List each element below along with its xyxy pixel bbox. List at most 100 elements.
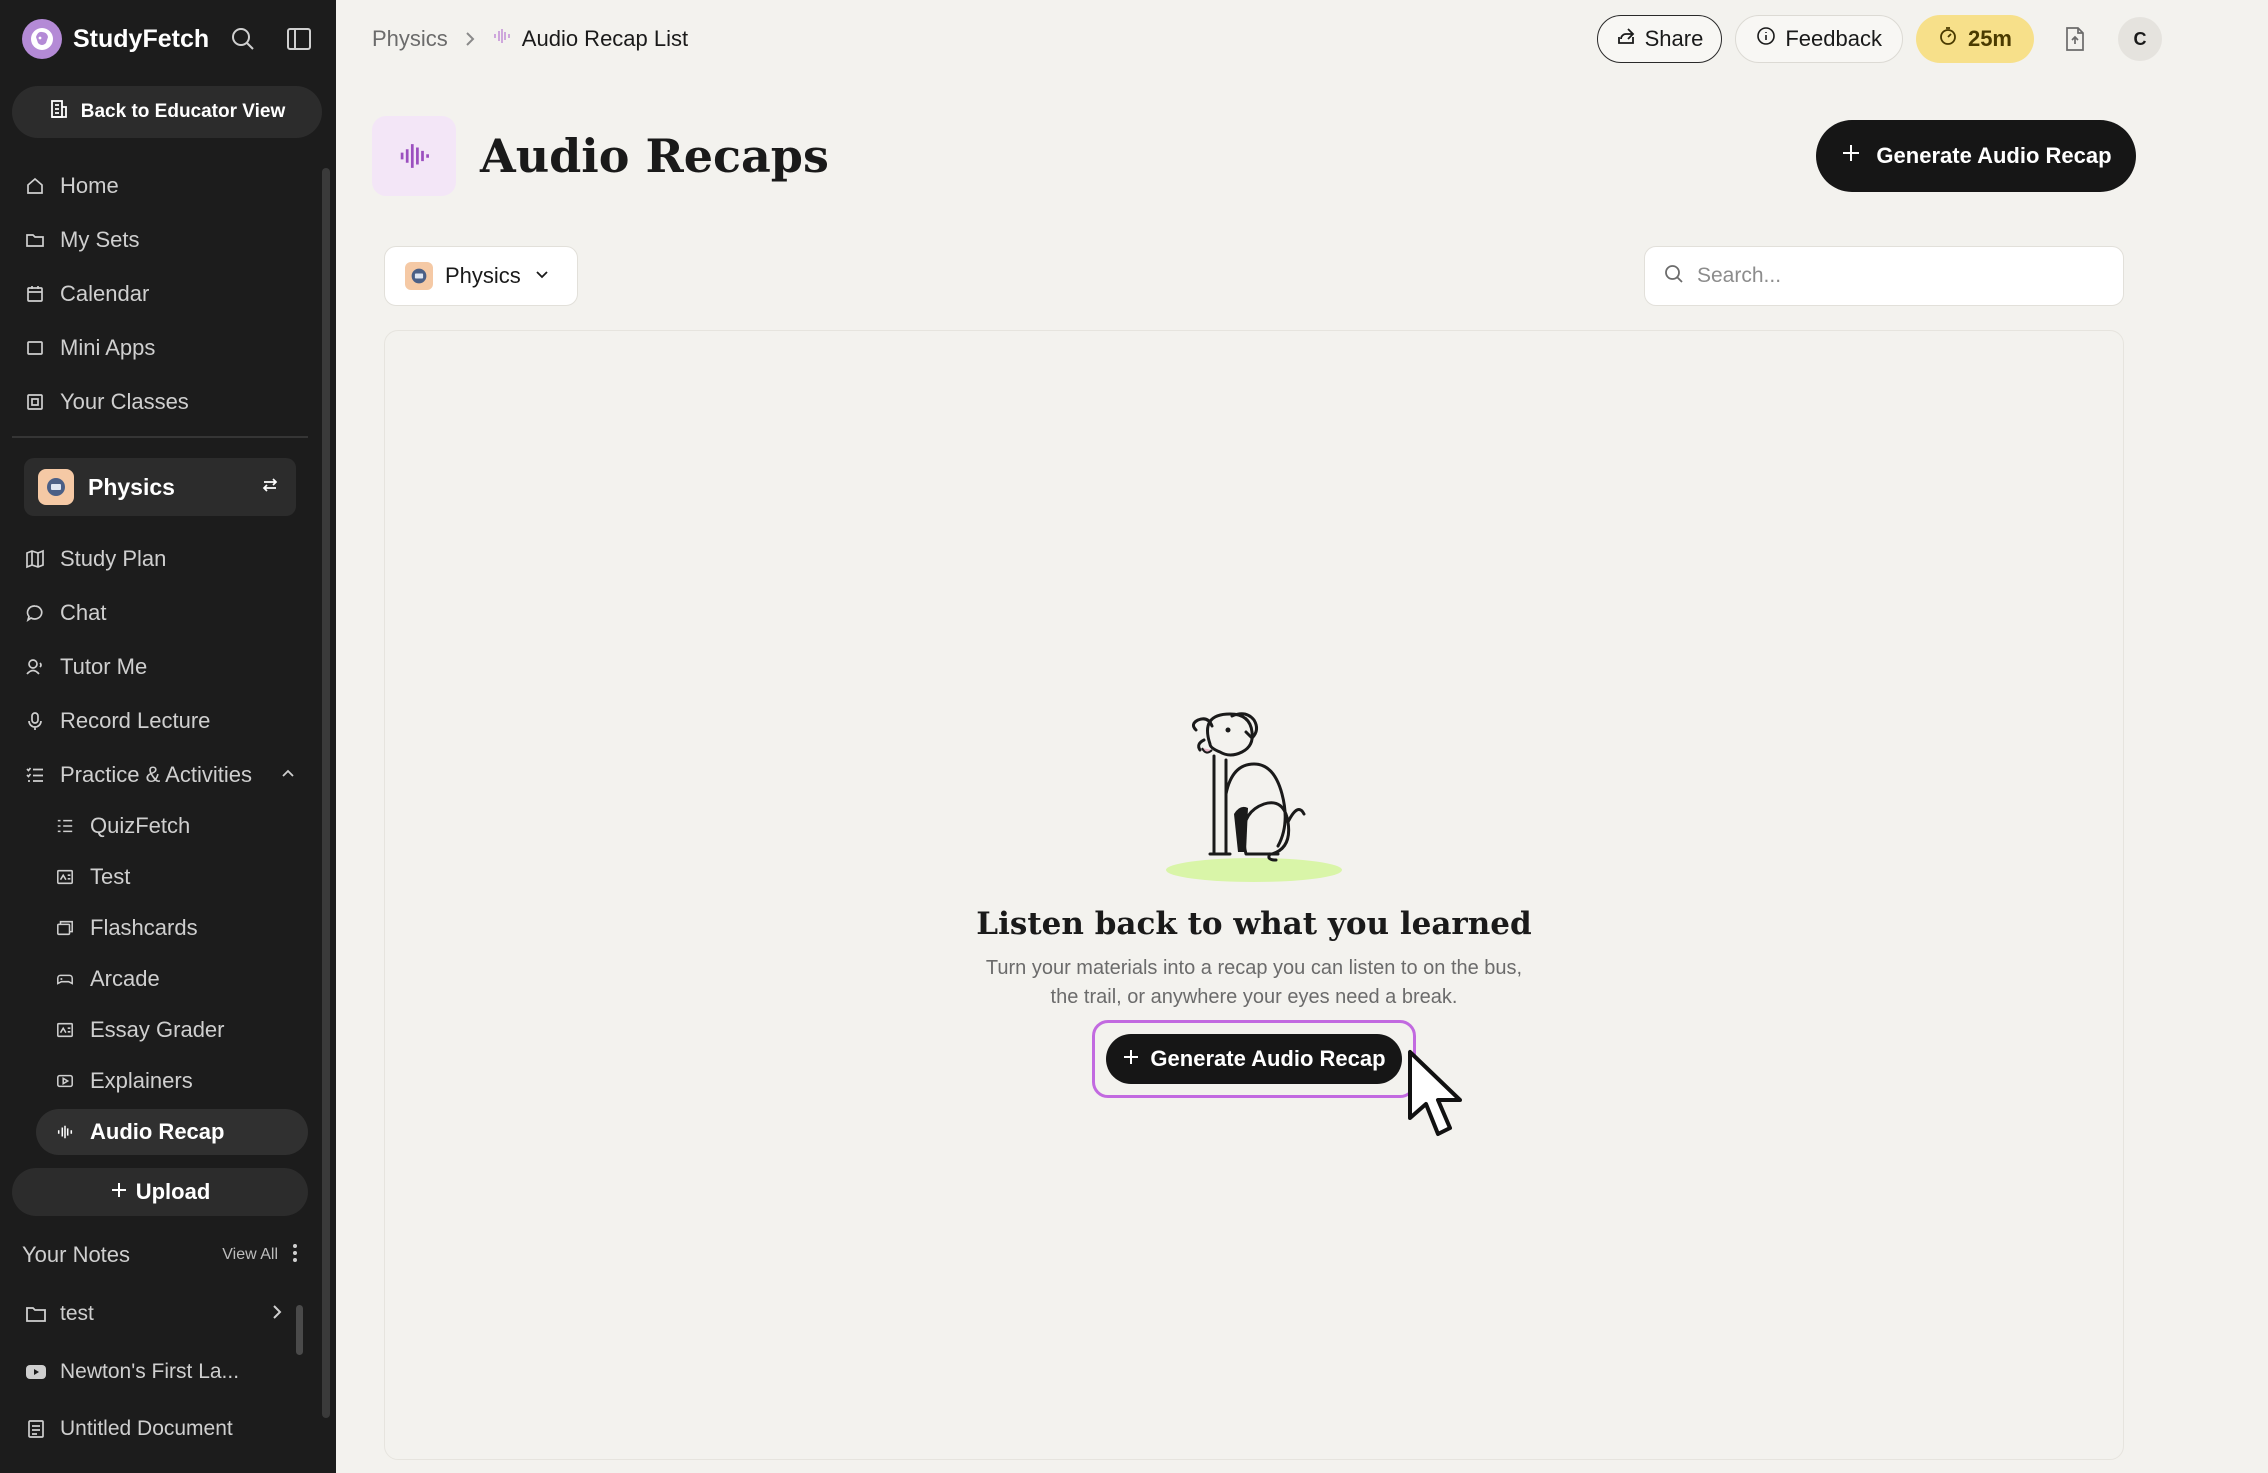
dog-illustration <box>1166 712 1342 882</box>
breadcrumb-physics[interactable]: Physics <box>372 26 448 52</box>
sidebar-item-label: Record Lecture <box>60 708 211 733</box>
generate-audio-recap-center-button[interactable]: Generate Audio Recap <box>1106 1034 1402 1084</box>
feedback-label: Feedback <box>1785 26 1882 51</box>
chevron-right-icon[interactable] <box>270 1302 284 1326</box>
search-box <box>1644 246 2124 306</box>
sidebar-item-label: Mini Apps <box>60 335 156 360</box>
sidebar-item-label: Home <box>60 173 119 198</box>
class-avatar-icon <box>38 469 74 505</box>
note-label: Newton's First La... <box>60 1360 240 1383</box>
brand[interactable]: StudyFetch <box>22 18 209 60</box>
empty-state-description-line2: the trail, or anywhere your eyes need a … <box>1050 986 1458 1008</box>
sidebar-item-label: Explainers <box>90 1068 193 1093</box>
class-select-dropdown[interactable]: Physics <box>384 246 578 306</box>
empty-state-title: Listen back to what you learned <box>976 906 1532 942</box>
map-icon <box>24 548 46 570</box>
chevron-down-icon <box>533 263 551 289</box>
sidebar-divider <box>12 436 308 438</box>
sidebar-item-label: Audio Recap <box>90 1119 225 1144</box>
feedback-button[interactable]: Feedback <box>1735 15 1903 63</box>
view-all-link[interactable]: View All <box>222 1246 278 1264</box>
sidebar-item-test[interactable]: Test <box>54 857 130 897</box>
sidebar-item-label: Essay Grader <box>90 1017 225 1042</box>
audio-wave-icon <box>372 116 456 196</box>
audio-recaps-panel <box>384 330 2124 1460</box>
notes-title: Your Notes <box>22 1242 131 1267</box>
mouse-cursor-icon <box>1408 1050 1462 1136</box>
tutor-icon <box>24 656 46 678</box>
sidebar-item-label: Study Plan <box>60 546 167 571</box>
chevron-up-icon[interactable] <box>280 762 296 788</box>
class-select-value: Physics <box>445 263 521 288</box>
class-avatar-icon <box>405 262 433 290</box>
sidebar-item-record-lecture[interactable]: Record Lecture <box>24 701 210 741</box>
youtube-icon <box>24 1360 48 1384</box>
note-item-newton[interactable]: Newton's First La... <box>24 1354 284 1390</box>
sidebar-item-flashcards[interactable]: Flashcards <box>54 908 198 948</box>
current-class-name: Physics <box>88 473 175 500</box>
sidebar-item-audio-recap[interactable]: Audio Recap <box>54 1112 224 1152</box>
folder-icon <box>24 229 46 251</box>
calendar-icon <box>24 283 46 305</box>
note-label: Untitled Document <box>60 1417 233 1440</box>
search-input[interactable] <box>1697 264 2097 288</box>
home-icon <box>24 175 46 197</box>
note-label: test <box>60 1302 94 1325</box>
sidebar-item-essay-grader[interactable]: Essay Grader <box>54 1010 225 1050</box>
sidebar-item-mini-apps[interactable]: Mini Apps <box>24 328 155 368</box>
share-icon <box>1616 26 1636 52</box>
sidebar-toggle-icon[interactable] <box>284 24 314 54</box>
current-class-switcher[interactable]: Physics <box>24 458 296 516</box>
share-button[interactable]: Share <box>1596 15 1723 63</box>
back-to-educator-label: Back to Educator View <box>80 101 286 122</box>
sidebar-item-label: Your Classes <box>60 389 189 414</box>
generate-label: Generate Audio Recap <box>1876 143 2112 168</box>
plus-icon <box>1840 142 1862 170</box>
sidebar-item-home[interactable]: Home <box>24 166 119 206</box>
user-avatar[interactable]: C <box>2118 17 2162 61</box>
export-document-icon[interactable] <box>2055 19 2095 59</box>
sidebar-item-your-classes[interactable]: Your Classes <box>24 382 189 422</box>
sidebar-item-practice-activities[interactable]: Practice & Activities <box>24 755 296 795</box>
sidebar-item-calendar[interactable]: Calendar <box>24 274 149 314</box>
studyfetch-logo-icon <box>22 19 62 59</box>
classes-icon <box>24 391 46 413</box>
swap-arrows-icon[interactable] <box>260 475 280 500</box>
notes-scrollbar[interactable] <box>296 1305 303 1355</box>
sidebar-item-explainers[interactable]: Explainers <box>54 1061 193 1101</box>
generate-audio-recap-button[interactable]: Generate Audio Recap <box>1816 120 2136 192</box>
note-item-untitled-document[interactable]: Untitled Document <box>24 1411 284 1447</box>
share-label: Share <box>1644 26 1704 51</box>
info-icon <box>1756 26 1776 52</box>
sidebar-item-label: Flashcards <box>90 915 198 940</box>
essay-icon <box>54 1019 76 1041</box>
list-icon <box>24 764 46 786</box>
sidebar-item-quizfetch[interactable]: QuizFetch <box>54 806 190 846</box>
brand-name: StudyFetch <box>73 24 210 53</box>
sidebar-scrollbar[interactable] <box>322 168 330 1418</box>
sidebar-item-my-sets[interactable]: My Sets <box>24 220 139 260</box>
sidebar-item-study-plan[interactable]: Study Plan <box>24 539 166 579</box>
sidebar-item-tutor-me[interactable]: Tutor Me <box>24 647 147 687</box>
study-timer-button[interactable]: 25m <box>1915 15 2034 63</box>
sidebar-item-arcade[interactable]: Arcade <box>54 959 160 999</box>
video-icon <box>54 1070 76 1092</box>
sidebar-item-chat[interactable]: Chat <box>24 593 106 633</box>
breadcrumb: Physics Audio Recap List <box>372 22 688 56</box>
folder-icon <box>24 1302 48 1326</box>
sidebar-item-label: Arcade <box>90 966 160 991</box>
search-icon[interactable] <box>228 24 258 54</box>
chat-icon <box>24 602 46 624</box>
back-to-educator-button[interactable]: Back to Educator View <box>12 86 322 138</box>
more-vertical-icon[interactable] <box>292 1243 298 1268</box>
sidebar: StudyFetch Back to Educator View Home My… <box>0 0 336 1473</box>
sidebar-item-label: Calendar <box>60 281 150 306</box>
plus-icon <box>1122 1046 1140 1072</box>
app-icon <box>24 337 46 359</box>
empty-state-description: Turn your materials into a recap you can… <box>384 954 2124 1012</box>
note-folder-test[interactable]: test <box>24 1296 284 1332</box>
cards-icon <box>54 917 76 939</box>
audio-wave-icon <box>54 1121 76 1143</box>
mic-icon <box>24 710 46 732</box>
upload-button[interactable]: Upload <box>12 1168 308 1216</box>
